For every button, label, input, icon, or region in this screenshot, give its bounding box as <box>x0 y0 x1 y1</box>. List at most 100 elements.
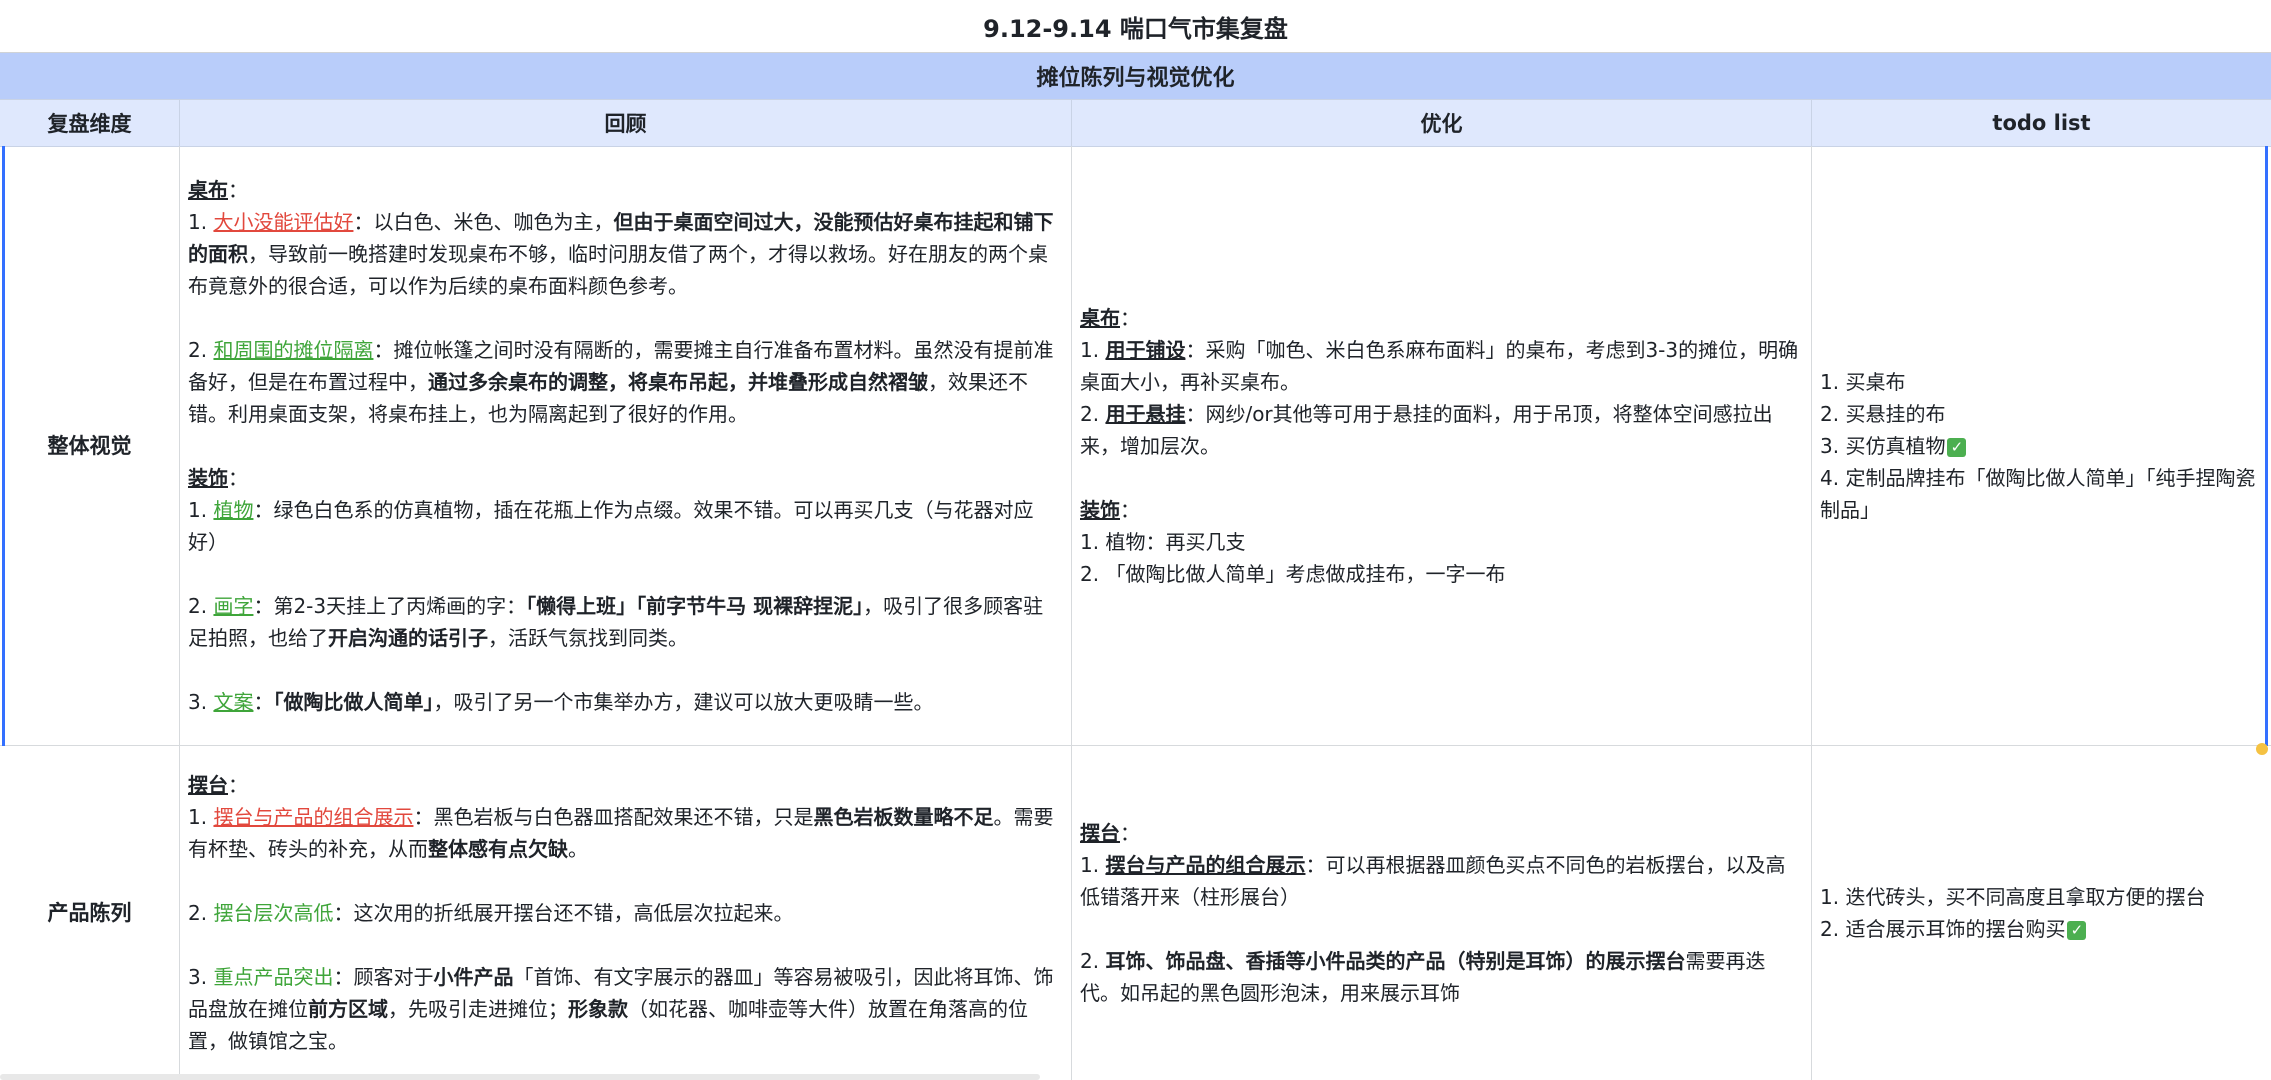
text-run: 2. <box>188 901 214 925</box>
check-mark-icon: ✓ <box>2067 921 2087 940</box>
paragraph: 2. 和周围的摊位隔离：摊位帐篷之间时没有隔断的，需要摊主自行准备布置材料。虽然… <box>188 334 1063 430</box>
text-run: ，吸引了另一个市集举办方，建议可以放大更吸睛一些。 <box>433 689 934 714</box>
text-run: 和周围的摊位隔离 <box>213 337 374 362</box>
text-run: 桌布 <box>1080 305 1120 330</box>
text-run: ： <box>228 773 248 797</box>
text-run: ：黑色岩板与白色器皿搭配效果还不错，只是 <box>413 805 814 829</box>
text-run: ，导致前一晚搭建时发现桌布不够，临时问朋友借了两个，才得以救场。好在朋友的两个桌… <box>188 241 1048 298</box>
text-run: ，活跃气氛找到同类。 <box>488 625 688 650</box>
text-run: ，先吸引走进摊位； <box>388 997 568 1021</box>
horizontal-scrollbar[interactable] <box>0 1074 1040 1080</box>
paragraph: 1. 用于铺设：采购「咖色、米白色系麻布面料」的桌布，考虑到3-3的摊位，明确桌… <box>1080 334 1803 398</box>
dimension-cell[interactable]: 整体视觉 <box>0 146 180 745</box>
paragraph: 桌布： <box>188 174 1063 206</box>
text-run: 整体感有点欠缺 <box>428 837 568 861</box>
paragraph: 1. 摆台与产品的组合展示：黑色岩板与白色器皿搭配效果还不错，只是黑色岩板数量略… <box>188 801 1063 865</box>
column-header-optimize[interactable]: 优化 <box>1072 100 1812 146</box>
text-run: 黑色岩板数量略不足 <box>813 805 994 829</box>
text-run: ： <box>228 465 248 490</box>
text-run: 摆台层次高低 <box>213 901 334 925</box>
text-run: 3. 买仿真植物 <box>1820 433 1946 458</box>
text-run: 重点产品突出 <box>213 965 334 989</box>
paragraph: 3. 重点产品突出：顾客对于小件产品「首饰、有文字展示的器皿」等容易被吸引，因此… <box>188 961 1063 1057</box>
column-header-dimension[interactable]: 复盘维度 <box>0 100 180 146</box>
text-run: 画字 <box>213 593 254 618</box>
text-run: ：这次用的折纸展开摆台还不错，高低层次拉起来。 <box>333 901 794 925</box>
text-run: 大小没能评估好 <box>213 209 354 234</box>
paragraph: 1. 买桌布 <box>1820 366 2263 398</box>
text-run: 1. <box>188 209 214 234</box>
text-run: 2. <box>1080 401 1106 426</box>
text-run: 小件产品 <box>433 965 514 989</box>
text-run: 摆台 <box>188 773 228 797</box>
text-run: ：以白色、米色、咖色为主， <box>353 209 614 234</box>
optimize-cell[interactable]: 摆台： 1. 摆台与产品的组合展示：可以再根据器皿颜色买点不同色的岩板摆台，以及高… <box>1072 746 1812 1080</box>
text-run: 2. <box>1080 949 1106 973</box>
text-run: 耳饰、饰品盘、香插等小件品类的产品（特别是耳饰）的展示摆台 <box>1105 949 1686 973</box>
text-run: 1. <box>188 497 214 522</box>
paragraph: 2. 买悬挂的布 <box>1820 398 2263 430</box>
paragraph: 3. 文案：「做陶比做人简单」，吸引了另一个市集举办方，建议可以放大更吸睛一些。 <box>188 686 1063 718</box>
text-run: 1. 迭代砖头，买不同高度且拿取方便的摆台 <box>1820 885 2206 909</box>
paragraph: 1. 植物：绿色白色系的仿真植物，插在花瓶上作为点缀。效果不错。可以再买几支（与… <box>188 494 1063 558</box>
paragraph: 1. 迭代砖头，买不同高度且拿取方便的摆台 <box>1820 881 2263 913</box>
text-run: 1. <box>1080 337 1106 362</box>
text-run: 2. 「做陶比做人简单」考虑做成挂布，一字一布 <box>1080 561 1506 586</box>
text-run: ： <box>228 177 248 202</box>
paragraph: 2. 画字：第2-3天挂上了丙烯画的字：「懒得上班」「前字节牛马 现裸辞捏泥」 ，… <box>188 590 1063 654</box>
text-run: ： <box>1120 821 1140 845</box>
text-run: 4. 定制品牌挂布「做陶比做人简单」「纯手捏陶瓷制品」 <box>1820 465 2256 522</box>
todo-cell[interactable]: 1. 迭代砖头，买不同高度且拿取方便的摆台 2. 适合展示耳饰的摆台购买 ✓ <box>1812 746 2271 1080</box>
paragraph: 1. 大小没能评估好：以白色、米色、咖色为主，但由于桌面空间过大，没能预估好桌布… <box>188 206 1063 302</box>
paragraph: 2. 耳饰、饰品盘、香插等小件品类的产品（特别是耳饰）的展示摆台需要再迭代。如吊… <box>1080 945 1803 1009</box>
text-run: 2. <box>188 337 214 362</box>
text-run: 2. <box>188 593 214 618</box>
text-run: 文案 <box>213 689 254 714</box>
text-run: 开启沟通的话引子 <box>328 625 488 650</box>
text-run: ：采购「咖色、米白色系麻布面料」的桌布，考虑到3-3的摊位，明确桌面大小，再补买… <box>1080 337 1799 394</box>
text-run: 装饰 <box>188 465 228 490</box>
text-run: ： <box>1120 497 1140 522</box>
text-run: 摆台与产品的组合展示 <box>213 805 414 829</box>
text-run: 2. 买悬挂的布 <box>1820 401 1946 426</box>
paragraph: 2. 「做陶比做人简单」考虑做成挂布，一字一布 <box>1080 558 1803 590</box>
paragraph: 3. 买仿真植物 ✓ <box>1820 430 2263 462</box>
text-run: 1. <box>1080 853 1106 877</box>
sheet-title[interactable]: 9.12-9.14 喘口气市集复盘 <box>0 0 2271 53</box>
dimension-cell[interactable]: 产品陈列 <box>0 746 180 1080</box>
column-header-review[interactable]: 回顾 <box>180 100 1072 146</box>
todo-cell[interactable]: 1. 买桌布 2. 买悬挂的布 3. 买仿真植物 ✓ 4. 定制品牌挂布「做陶比做人简单… <box>1812 146 2271 745</box>
text-run: ：第2-3天挂上了丙烯画的字： <box>253 593 527 618</box>
text-run: ：绿色白色系的仿真植物，插在花瓶上作为点缀。效果不错。可以再买几支（与花器对应好… <box>188 497 1034 554</box>
optimize-cell[interactable]: 桌布： 1. 用于铺设：采购「咖色、米白色系麻布面料」的桌布，考虑到3-3的摊位，… <box>1072 146 1812 745</box>
text-run: ： <box>1120 305 1140 330</box>
paragraph: 摆台： <box>1080 817 1803 849</box>
text-run: 用于铺设 <box>1105 337 1186 362</box>
column-header-row: 复盘维度 回顾 优化 todo list <box>0 100 2271 147</box>
review-cell[interactable]: 桌布： 1. 大小没能评估好：以白色、米色、咖色为主，但由于桌面空间过大，没能预估… <box>180 146 1072 745</box>
paragraph: 2. 摆台层次高低：这次用的折纸展开摆台还不错，高低层次拉起来。 <box>188 897 1063 929</box>
text-run: 前方区域 <box>308 997 388 1021</box>
review-cell[interactable]: 摆台： 1. 摆台与产品的组合展示：黑色岩板与白色器皿搭配效果还不错，只是黑色岩板… <box>180 746 1072 1080</box>
paragraph: 2. 适合展示耳饰的摆台购买 ✓ <box>1820 913 2263 945</box>
selection-fill-handle[interactable] <box>2256 743 2268 755</box>
text-run: ：顾客对于 <box>333 965 434 989</box>
text-run: 装饰 <box>1080 497 1120 522</box>
text-run: 通过多余桌布的调整，将桌布吊起，并堆叠形成自然褶皱 <box>428 369 928 394</box>
text-run: 2. 适合展示耳饰的摆台购买 <box>1820 917 2066 941</box>
paragraph: 2. 用于悬挂：网纱/or其他等可用于悬挂的面料，用于吊顶，将整体空间感拉出来，… <box>1080 398 1803 462</box>
column-header-todo[interactable]: todo list <box>1812 100 2271 146</box>
text-run: 植物 <box>213 497 254 522</box>
text-run: 桌布 <box>188 177 228 202</box>
text-run: 摆台与产品的组合展示 <box>1105 853 1306 877</box>
section-header[interactable]: 摊位陈列与视觉优化 <box>0 53 2271 100</box>
paragraph: 桌布： <box>1080 302 1803 334</box>
